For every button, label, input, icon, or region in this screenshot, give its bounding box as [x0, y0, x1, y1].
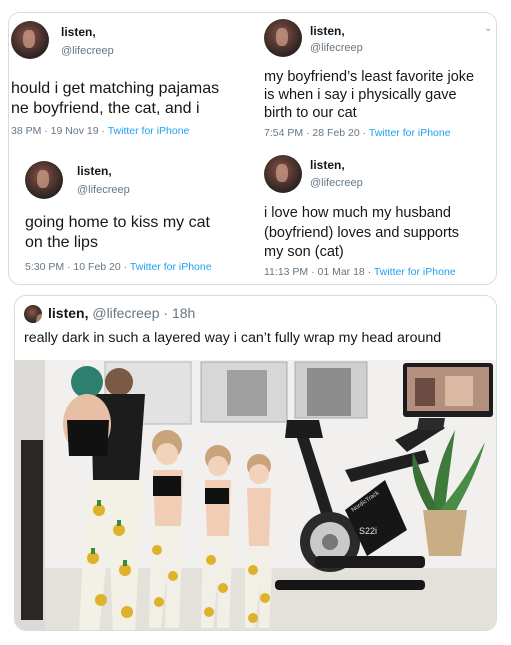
source-link[interactable]: Twitter for iPhone: [369, 127, 451, 139]
tweet-3[interactable]: listen, @lifecreep going home to kiss my…: [14, 151, 257, 284]
tweet-2[interactable]: listen, @lifecreep ⌄ my boyfriend’s leas…: [257, 13, 496, 147]
avatar[interactable]: [24, 305, 42, 323]
tweet-meta: 38 PM · 19 Nov 19 · Twitter for iPhone: [11, 125, 189, 137]
bike-model-label: S22i: [359, 526, 377, 536]
handle[interactable]: @lifecreep: [61, 45, 114, 57]
photo-illustration: NordicTrack S22i: [15, 360, 496, 630]
tweet-photo[interactable]: NordicTrack S22i: [15, 360, 496, 630]
tweet-text: hould i get matching pajamas ne boyfrien…: [11, 80, 220, 117]
tweet-meta: 5:30 PM · 10 Feb 20 · Twitter for iPhone: [25, 261, 212, 273]
avatar[interactable]: [264, 155, 302, 193]
tweet-4[interactable]: listen, @lifecreep i love how much my hu…: [257, 149, 496, 284]
display-name[interactable]: listen,: [48, 305, 88, 321]
tweet-text: i love how much my husband (boyfriend) l…: [264, 205, 460, 260]
handle[interactable]: @lifecreep: [92, 305, 159, 321]
source-link[interactable]: Twitter for iPhone: [108, 125, 190, 137]
timestamp: 5:30 PM · 10 Feb 20 ·: [25, 261, 130, 273]
handle[interactable]: @lifecreep: [310, 177, 363, 189]
display-name[interactable]: listen,: [61, 25, 96, 39]
chevron-down-icon[interactable]: ⌄: [484, 23, 492, 34]
display-name[interactable]: listen,: [310, 158, 345, 172]
avatar[interactable]: [264, 19, 302, 57]
tweet-collage-card: listen, @lifecreep hould i get matching …: [8, 12, 497, 285]
timestamp: 38 PM · 19 Nov 19 ·: [11, 125, 108, 137]
tweet-text: going home to kiss my cat on the lips: [25, 214, 210, 251]
source-link[interactable]: Twitter for iPhone: [374, 266, 456, 278]
tweet-age[interactable]: 18h: [172, 305, 195, 321]
avatar[interactable]: [11, 21, 49, 59]
source-link[interactable]: Twitter for iPhone: [130, 261, 212, 273]
quote-tweet-card[interactable]: listen, @lifecreep · 18h really dark in …: [14, 295, 497, 631]
tweet-meta: 11:13 PM · 01 Mar 18 · Twitter for iPhon…: [264, 266, 456, 278]
tweet-meta: 7:54 PM · 28 Feb 20 · Twitter for iPhone: [264, 127, 451, 139]
tweet-text: really dark in such a layered way i can’…: [24, 330, 442, 346]
tweet-header: listen, @lifecreep · 18h: [48, 305, 195, 321]
timestamp: 11:13 PM · 01 Mar 18 ·: [264, 266, 374, 278]
tweet-text: my boyfriend’s least favorite joke is wh…: [264, 69, 475, 121]
handle[interactable]: @lifecreep: [77, 184, 130, 196]
display-name[interactable]: listen,: [77, 164, 112, 178]
separator: ·: [163, 305, 169, 321]
tweet-1[interactable]: listen, @lifecreep hould i get matching …: [9, 13, 257, 147]
display-name[interactable]: listen,: [310, 24, 345, 38]
timestamp: 7:54 PM · 28 Feb 20 ·: [264, 127, 369, 139]
avatar[interactable]: [25, 161, 63, 199]
handle[interactable]: @lifecreep: [310, 42, 363, 54]
